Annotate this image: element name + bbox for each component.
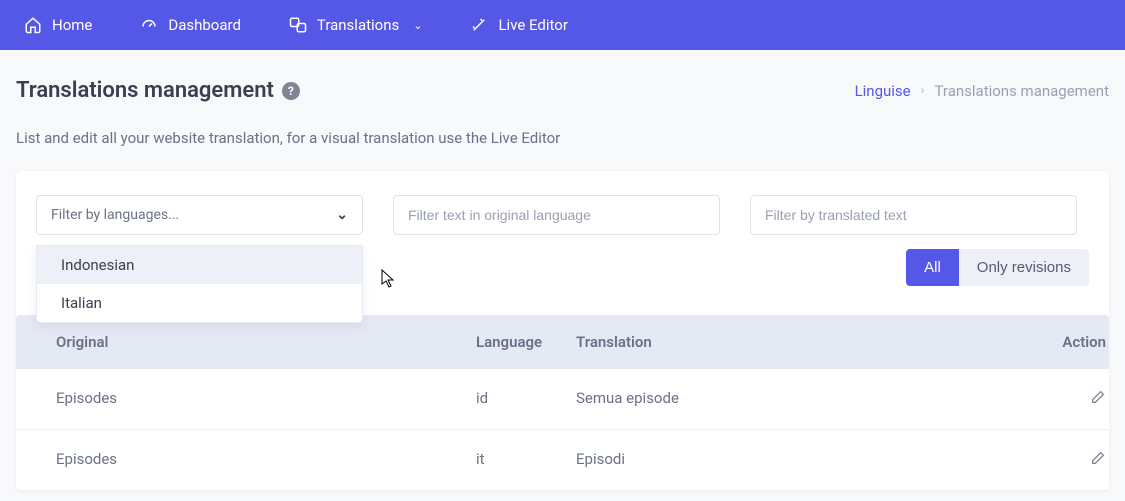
chevron-right-icon: › — [921, 83, 925, 98]
col-translation: Translation — [576, 333, 1006, 351]
edit-icon[interactable] — [1090, 391, 1106, 409]
breadcrumb-current: Translations management — [935, 82, 1109, 100]
page-title: Translations management ? — [16, 78, 300, 103]
cell-translation: Episodi — [576, 450, 1006, 470]
nav-live-editor-label: Live Editor — [498, 16, 567, 34]
chevron-down-icon: ⌄ — [413, 19, 422, 32]
cell-language: id — [476, 389, 576, 409]
chevron-down-icon: ⌄ — [336, 207, 348, 223]
nav-live-editor[interactable]: Live Editor — [460, 10, 577, 40]
nav-translations[interactable]: Translations ⌄ — [279, 10, 433, 40]
translated-text-filter-input[interactable] — [750, 195, 1077, 235]
page-subtitle: List and edit all your website translati… — [16, 129, 1109, 147]
breadcrumb-root[interactable]: Linguise — [855, 82, 911, 100]
language-filter-placeholder: Filter by languages... — [51, 207, 179, 223]
help-icon[interactable]: ? — [282, 82, 300, 100]
cell-translation: Semua episode — [576, 389, 1006, 409]
language-filter-select[interactable]: Filter by languages... ⌄ — [36, 195, 363, 235]
language-option-indonesian[interactable]: Indonesian — [37, 246, 362, 284]
cell-original: Episodes — [56, 389, 476, 409]
nav-home[interactable]: Home — [14, 10, 102, 40]
filter-panel: Filter by languages... ⌄ Indonesian Ital… — [16, 171, 1109, 491]
table-row: Episodes it Episodi — [16, 430, 1109, 491]
col-action: Action — [1006, 333, 1106, 351]
nav-translations-label: Translations — [317, 16, 399, 34]
cell-original: Episodes — [56, 450, 476, 470]
home-icon — [24, 16, 42, 34]
toggle-all-button[interactable]: All — [906, 249, 959, 286]
nav-dashboard[interactable]: Dashboard — [130, 10, 251, 40]
nav-dashboard-label: Dashboard — [168, 16, 241, 34]
page-title-text: Translations management — [16, 78, 274, 103]
table-row: Episodes id Semua episode — [16, 369, 1109, 430]
original-text-filter-input[interactable] — [393, 195, 720, 235]
col-original: Original — [56, 333, 476, 351]
nav-home-label: Home — [52, 16, 92, 34]
col-language: Language — [476, 333, 576, 351]
cursor-icon — [381, 269, 397, 294]
language-dropdown: Indonesian Italian — [36, 245, 363, 323]
top-navbar: Home Dashboard Translations ⌄ Live Edito… — [0, 0, 1125, 50]
revision-toggle-group: All Only revisions — [906, 249, 1089, 286]
toggle-revisions-button[interactable]: Only revisions — [959, 249, 1089, 286]
wand-icon — [470, 16, 488, 34]
edit-icon[interactable] — [1090, 452, 1106, 470]
breadcrumb: Linguise › Translations management — [855, 82, 1109, 100]
translations-table: Original Language Translation Action Epi… — [36, 315, 1089, 491]
translate-icon — [289, 16, 307, 34]
language-option-italian[interactable]: Italian — [37, 284, 362, 322]
cell-language: it — [476, 450, 576, 470]
table-header: Original Language Translation Action — [16, 315, 1109, 369]
speedometer-icon — [140, 16, 158, 34]
